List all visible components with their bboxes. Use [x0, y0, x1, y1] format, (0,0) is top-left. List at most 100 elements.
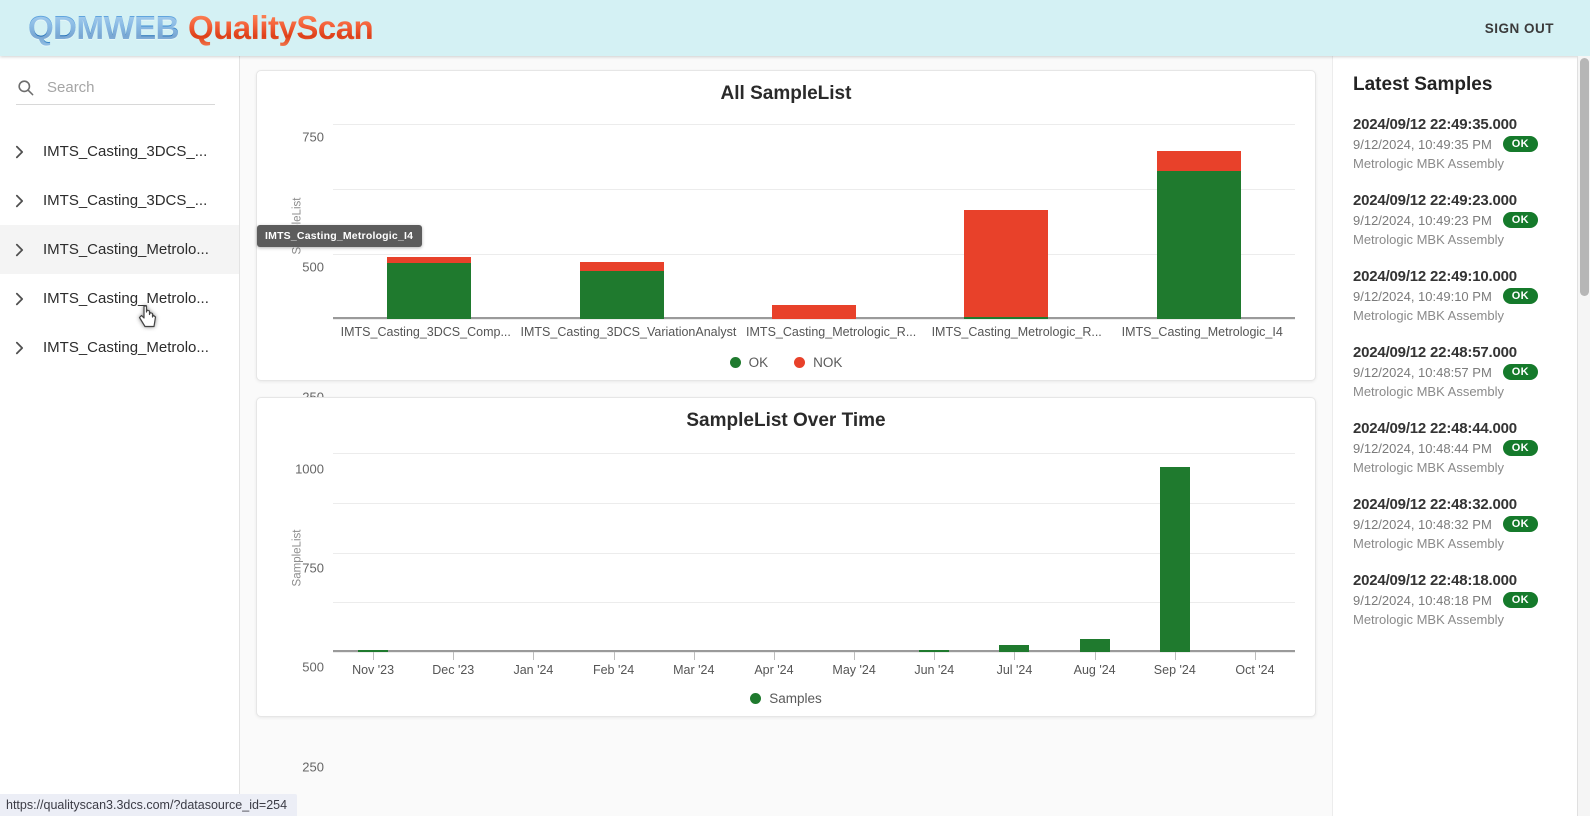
search-icon: [18, 80, 34, 96]
sample-meta-row: 9/12/2024, 10:49:35 PM OK: [1353, 136, 1590, 152]
sample-meta-row: 9/12/2024, 10:48:18 PM OK: [1353, 592, 1590, 608]
search-box[interactable]: [16, 78, 215, 105]
latest-samples-panel: Latest Samples 2024/09/12 22:49:35.000 9/…: [1332, 56, 1590, 816]
bar-group[interactable]: [1215, 438, 1295, 660]
bar-segment-nok[interactable]: [579, 261, 664, 271]
chevron-right-icon: [15, 243, 24, 256]
sign-out-button[interactable]: SIGN OUT: [1475, 13, 1564, 44]
bar-segment-samples[interactable]: [1079, 639, 1110, 652]
bar-group[interactable]: [525, 111, 717, 319]
x-tick-label: Oct '24: [1235, 662, 1275, 677]
bar-segment-samples[interactable]: [1159, 467, 1190, 652]
legend-item-nok[interactable]: NOK: [794, 355, 842, 370]
search-input[interactable]: [47, 79, 215, 96]
x-tick-label: IMTS_Casting_3DCS_Comp...: [340, 325, 511, 339]
sample-source: Metrologic MBK Assembly: [1353, 460, 1504, 475]
legend-item-samples[interactable]: Samples: [750, 691, 822, 706]
bar-segment-ok[interactable]: [1156, 170, 1241, 319]
bar-group[interactable]: [894, 438, 974, 660]
sidebar: IMTS_Casting_3DCS_... IMTS_Casting_3DCS_…: [0, 56, 240, 816]
latest-sample-item[interactable]: 2024/09/12 22:48:32.000 9/12/2024, 10:48:…: [1353, 496, 1590, 551]
x-tick-label: Jan '24: [513, 662, 554, 677]
sample-date: 9/12/2024, 10:49:35 PM: [1353, 136, 1492, 152]
x-tick-label: May '24: [832, 662, 876, 677]
page-scrollbar-thumb[interactable]: [1580, 58, 1589, 296]
bar-group[interactable]: [974, 438, 1054, 660]
page-scrollbar[interactable]: [1577, 56, 1590, 816]
bar-group[interactable]: [654, 438, 734, 660]
sample-source: Metrologic MBK Assembly: [1353, 384, 1504, 399]
legend-label-ok: OK: [748, 354, 769, 370]
bar-group[interactable]: [333, 111, 525, 319]
sidebar-item-3[interactable]: IMTS_Casting_Metrolo...: [0, 274, 239, 323]
x-tick-mark: [693, 651, 695, 660]
bar-group[interactable]: [1055, 438, 1135, 660]
latest-sample-item[interactable]: 2024/09/12 22:49:23.000 9/12/2024, 10:49:…: [1353, 192, 1590, 247]
bar-segment-ok[interactable]: [964, 317, 1049, 319]
status-badge: OK: [1502, 592, 1538, 608]
sample-date: 9/12/2024, 10:49:23 PM: [1353, 212, 1492, 228]
x-tick-mark: [613, 651, 615, 660]
latest-sample-item[interactable]: 2024/09/12 22:48:44.000 9/12/2024, 10:48:…: [1353, 420, 1590, 475]
sample-meta-row: 9/12/2024, 10:48:32 PM OK: [1353, 516, 1590, 532]
sample-id: 2024/09/12 22:49:35.000: [1353, 116, 1517, 133]
logo-qdmweb-text: QDMWEB: [28, 9, 179, 46]
x-tick-mark: [453, 651, 455, 660]
x-tick-label: IMTS_Casting_3DCS_VariationAnalyst: [520, 325, 737, 339]
chart-title-all-samplelist: All SampleList: [720, 83, 852, 104]
sidebar-item-label: IMTS_Casting_Metrolo...: [43, 241, 209, 258]
latest-sample-item[interactable]: 2024/09/12 22:48:18.000 9/12/2024, 10:48:…: [1353, 572, 1590, 627]
bar-segment-samples[interactable]: [999, 644, 1030, 652]
bar-segment-nok[interactable]: [772, 305, 857, 319]
bar-group[interactable]: [1103, 111, 1295, 319]
sidebar-item-1[interactable]: IMTS_Casting_3DCS_...: [0, 176, 239, 225]
sidebar-item-label: IMTS_Casting_Metrolo...: [43, 290, 209, 307]
y-tick-label: 500: [302, 259, 324, 275]
bar-group[interactable]: [1135, 438, 1215, 660]
sample-id: 2024/09/12 22:48:32.000: [1353, 496, 1517, 513]
x-tick-mark: [934, 651, 936, 660]
bar-group[interactable]: [333, 438, 413, 660]
chevron-right-icon: [15, 292, 24, 305]
latest-samples-title: Latest Samples: [1353, 74, 1493, 95]
sidebar-item-0[interactable]: IMTS_Casting_3DCS_...: [0, 127, 239, 176]
bar-segment-ok[interactable]: [387, 263, 472, 319]
sample-meta-row: 9/12/2024, 10:49:10 PM OK: [1353, 288, 1590, 304]
chart2-bars: [333, 438, 1295, 660]
x-tick-label: Jul '24: [996, 662, 1033, 677]
x-tick-label: Sep '24: [1153, 662, 1196, 677]
x-tick-label: Jun '24: [914, 662, 955, 677]
latest-sample-item[interactable]: 2024/09/12 22:49:10.000 9/12/2024, 10:49:…: [1353, 268, 1590, 323]
bar-group[interactable]: [718, 111, 910, 319]
sample-id: 2024/09/12 22:48:44.000: [1353, 420, 1517, 437]
legend-item-ok[interactable]: OK: [729, 354, 769, 370]
samples-legend-dot-icon: [750, 693, 762, 705]
bar-segment-nok[interactable]: [1156, 150, 1241, 171]
chart2-x-tick-labels: Nov '23 Dec '23 Jan '24 Feb '24 Mar '24 Apr '…: [333, 663, 1295, 679]
sample-date: 9/12/2024, 10:48:18 PM: [1353, 592, 1492, 608]
sidebar-item-4[interactable]: IMTS_Casting_Metrolo...: [0, 323, 239, 372]
sample-source: Metrologic MBK Assembly: [1353, 308, 1504, 323]
x-tick-label: Apr '24: [754, 662, 794, 677]
bar-group[interactable]: [493, 438, 573, 660]
chart2-y-axis-label: SampleList: [291, 529, 304, 587]
all-samplelist-card: All SampleList SampleList 0250500750 IMT…: [256, 70, 1316, 535]
sidebar-item-label: IMTS_Casting_3DCS_...: [43, 143, 208, 160]
latest-sample-item[interactable]: 2024/09/12 22:48:57.000 9/12/2024, 10:48:…: [1353, 344, 1590, 399]
y-tick-label: 250: [302, 759, 324, 775]
bar-segment-ok[interactable]: [579, 270, 664, 319]
bar-segment-nok[interactable]: [964, 209, 1049, 317]
x-tick-label: Aug '24: [1073, 662, 1116, 677]
x-tick-mark: [854, 651, 856, 660]
chart1-legend: OK NOK: [271, 355, 1301, 370]
bar-group[interactable]: [574, 438, 654, 660]
x-tick-mark: [1174, 651, 1176, 660]
bar-group[interactable]: [910, 111, 1102, 319]
latest-sample-item[interactable]: 2024/09/12 22:49:35.000 9/12/2024, 10:49:…: [1353, 116, 1590, 171]
sidebar-item-2[interactable]: IMTS_Casting_Metrolo...: [0, 225, 239, 274]
bar-group[interactable]: [814, 438, 894, 660]
bar-group[interactable]: [413, 438, 493, 660]
bar-group[interactable]: [734, 438, 814, 660]
status-badge: OK: [1502, 364, 1538, 380]
datasource-tree: IMTS_Casting_3DCS_... IMTS_Casting_3DCS_…: [0, 127, 239, 372]
